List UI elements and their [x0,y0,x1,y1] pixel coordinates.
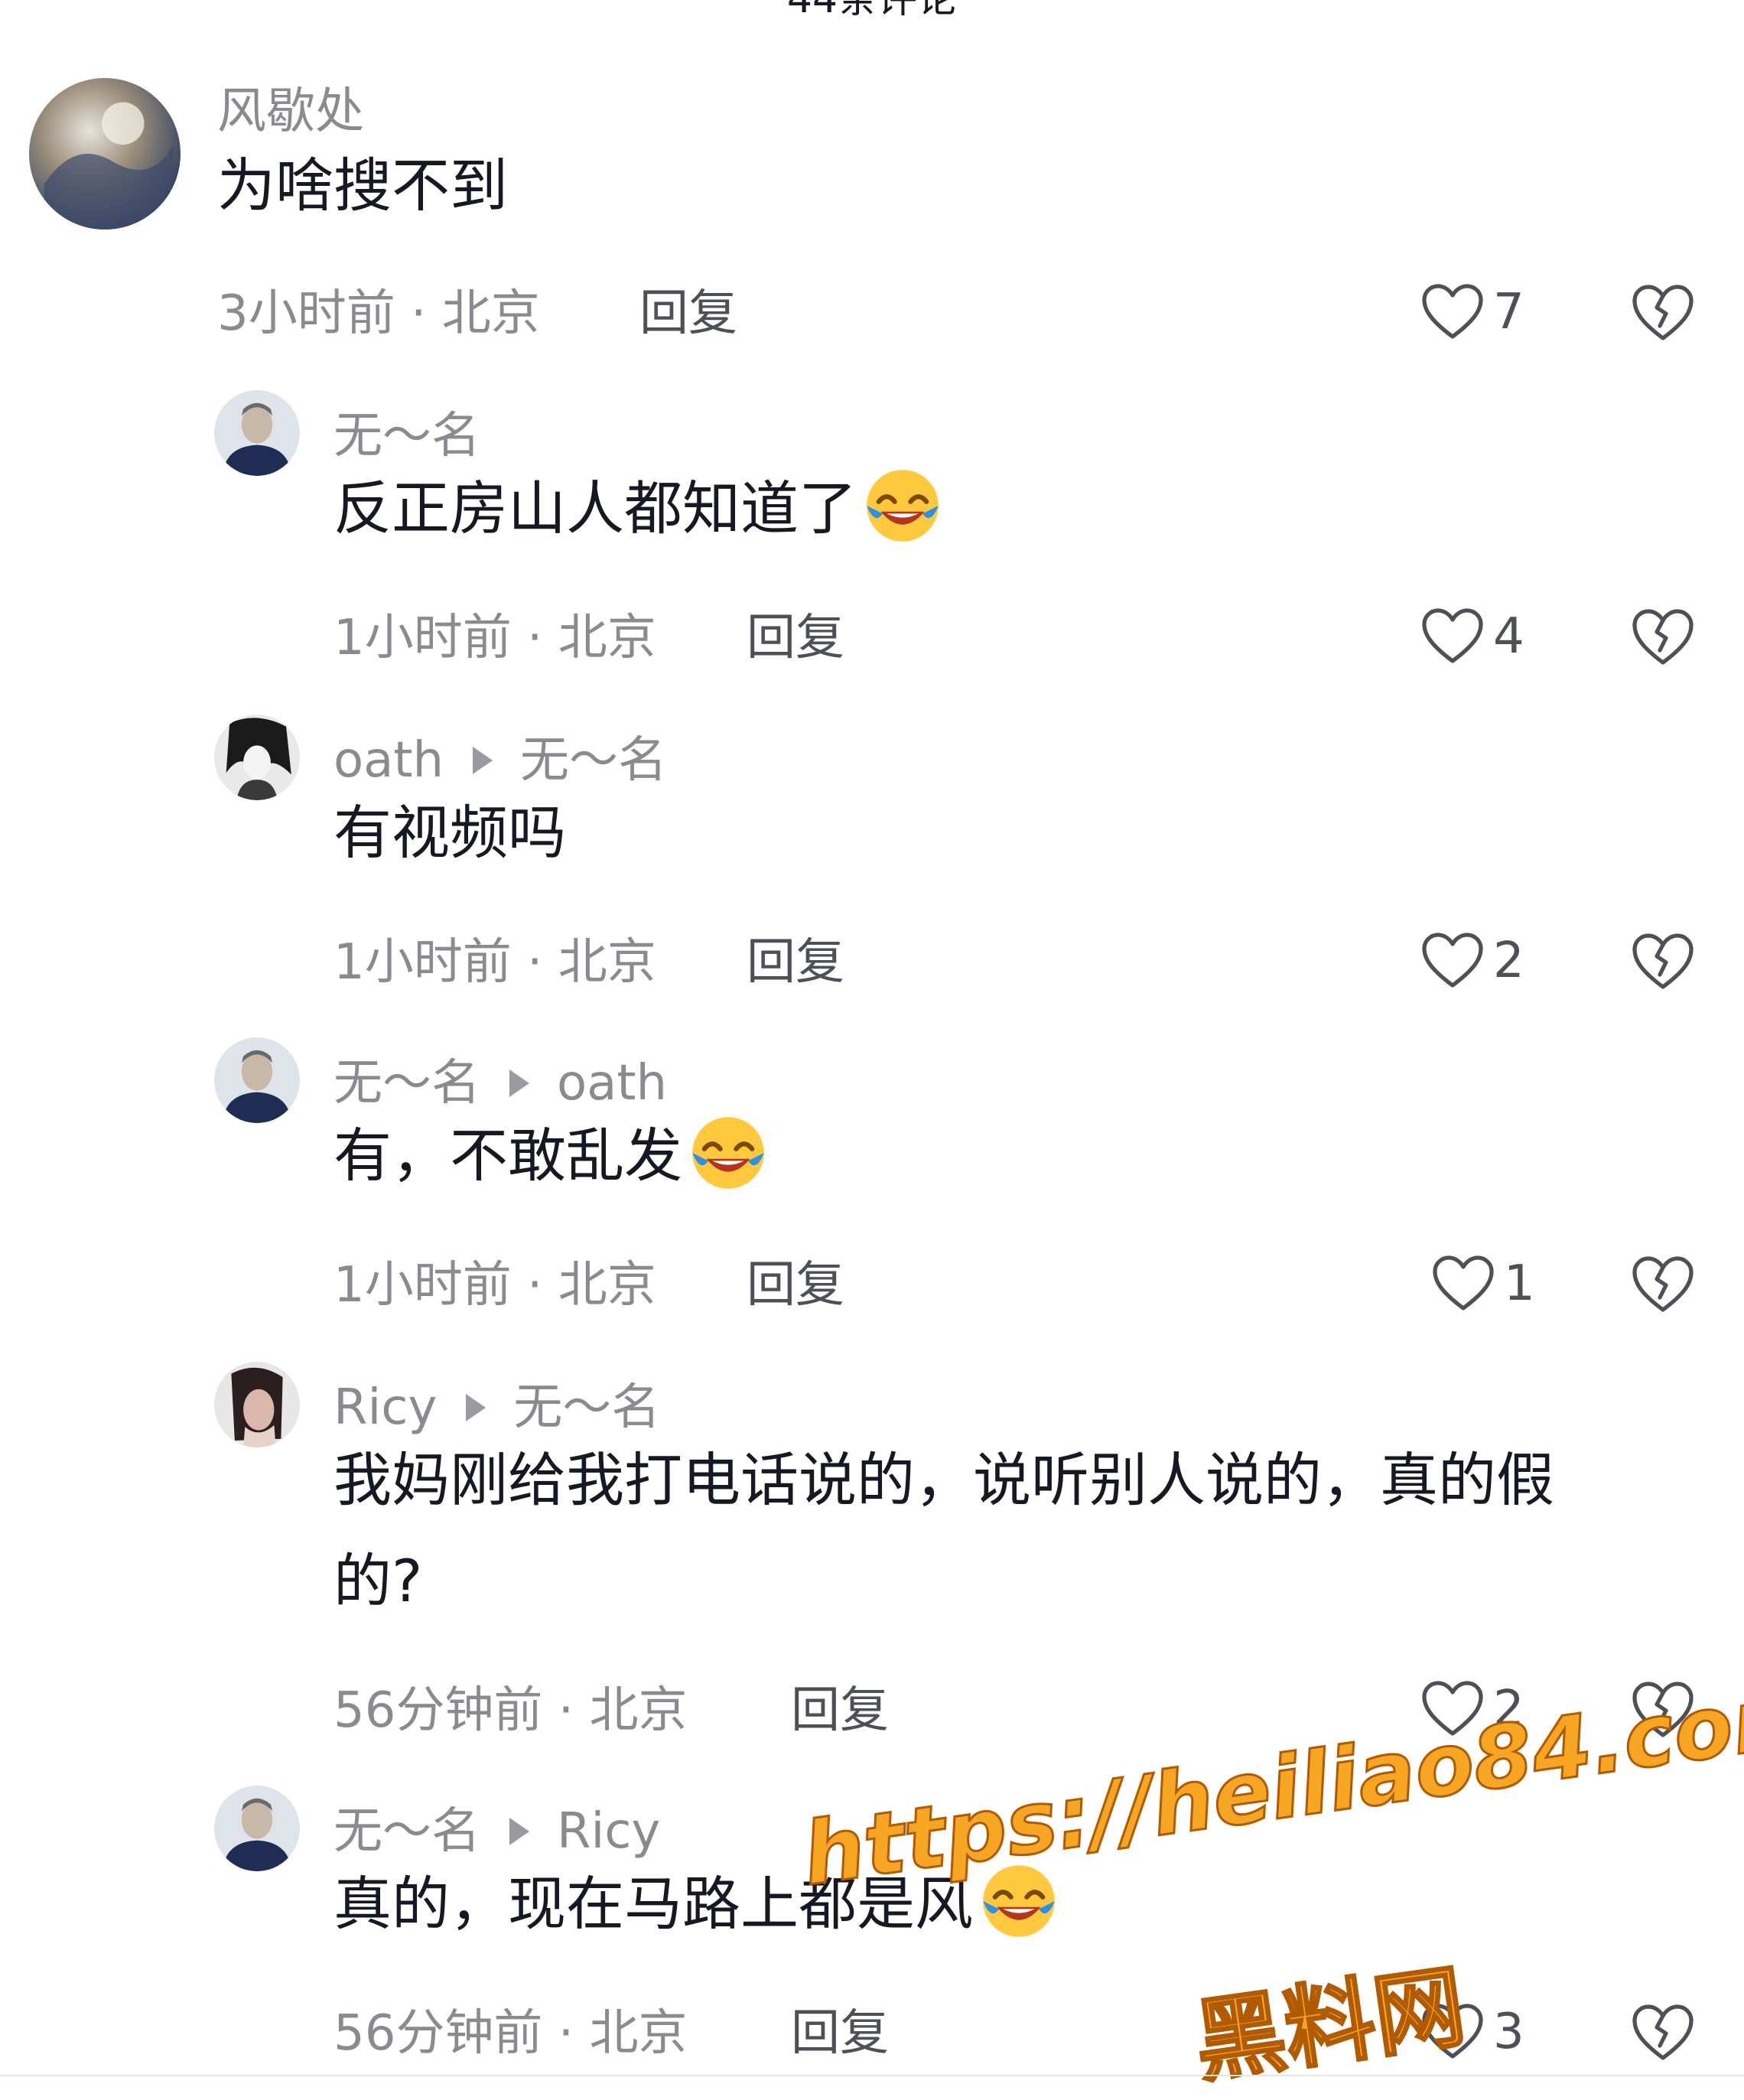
broken-heart-icon [1632,933,1694,989]
like-button[interactable]: 1 [1430,1253,1553,1314]
comment-text-line: 我妈刚给我打电话说的，说听别人说的，真的假 [334,1446,1554,1514]
avatar[interactable] [214,390,300,476]
dislike-button[interactable] [1629,1678,1697,1741]
heart-outline-icon [1422,608,1483,663]
dislike-button[interactable] [1629,606,1697,669]
reply-button[interactable]: 回复 [791,1686,889,1735]
like-count: 3 [1493,2004,1524,2060]
reply-button[interactable]: 回复 [747,938,844,987]
avatar[interactable] [29,78,181,230]
like-button[interactable]: 4 [1420,606,1542,667]
broken-heart-icon [1632,609,1694,665]
dislike-button[interactable] [1629,282,1697,344]
heart-outline-icon [1422,2004,1483,2059]
play-triangle-icon [473,747,493,774]
comments-count-title: 44条评论 [0,0,1744,24]
laughing-crying-emoji-icon [692,1117,764,1189]
reply-to-username[interactable]: oath [557,1059,667,1108]
comment-text: 有，不敢乱发 [334,1106,768,1206]
comment-meta: 56分钟前 · 北京 [334,2005,688,2062]
comment-username[interactable]: Ricy 无～名 [334,1383,660,1432]
like-button[interactable]: 2 [1420,930,1542,991]
divider [0,2075,1744,2076]
like-button[interactable]: 3 [1420,2001,1542,2063]
comment-username[interactable]: 无～名 Ricy [334,1807,660,1856]
reply-to-username[interactable]: 无～名 [513,1383,660,1432]
comment-username[interactable]: 无～名 oath [334,1059,667,1108]
heart-outline-icon [1422,933,1483,988]
reply-button[interactable]: 回复 [747,614,844,663]
broken-heart-icon [1632,1256,1694,1312]
comment-username[interactable]: 风歇处 [217,87,364,136]
comment-meta: 56分钟前 · 北京 [334,1682,688,1739]
broken-heart-icon [1632,2004,1694,2060]
broken-heart-icon [1632,1682,1694,1737]
dislike-button[interactable] [1629,930,1697,993]
comment-username[interactable]: oath 无～名 [334,736,667,785]
play-triangle-icon [509,1070,529,1097]
like-button[interactable]: 7 [1420,282,1542,343]
comment-text: 为啥搜不到 [217,151,508,220]
broken-heart-icon [1632,285,1694,340]
like-count: 2 [1493,1681,1524,1737]
avatar[interactable] [214,1362,300,1447]
dislike-button[interactable] [1629,1253,1697,1316]
avatar[interactable] [214,1037,300,1123]
comment-meta: 1小时前 · 北京 [334,934,656,991]
avatar[interactable] [214,715,300,800]
laughing-crying-emoji-icon [983,1865,1055,1937]
like-count: 2 [1493,933,1524,989]
like-count: 1 [1504,1255,1535,1312]
comment-meta: 3小时前 · 北京 [217,285,540,342]
dislike-button[interactable] [1629,2001,1697,2064]
reply-to-username[interactable]: Ricy [557,1807,660,1856]
heart-outline-icon [1422,284,1483,339]
like-button[interactable]: 2 [1420,1678,1542,1740]
heart-outline-icon [1422,1681,1483,1736]
comment-text-line: 的? [334,1547,423,1615]
comment-username[interactable]: 无～名 [334,412,480,461]
play-triangle-icon [466,1394,486,1421]
avatar[interactable] [214,1786,300,1871]
like-count: 7 [1493,284,1524,340]
reply-to-username[interactable]: 无～名 [520,736,667,785]
comment-text: 真的，现在马路上都是风 [334,1854,1059,1954]
comment-meta: 1小时前 · 北京 [334,610,656,666]
comment-meta: 1小时前 · 北京 [334,1257,656,1314]
heart-outline-icon [1433,1255,1494,1310]
reply-button[interactable]: 回复 [639,289,737,338]
reply-button[interactable]: 回复 [791,2009,889,2058]
comment-text: 反正房山人都知道了 [334,459,942,558]
reply-button[interactable]: 回复 [747,1261,844,1310]
like-count: 4 [1493,608,1524,665]
play-triangle-icon [509,1818,529,1845]
comment-text: 有视频吗 [334,799,566,867]
laughing-crying-emoji-icon [867,470,939,542]
